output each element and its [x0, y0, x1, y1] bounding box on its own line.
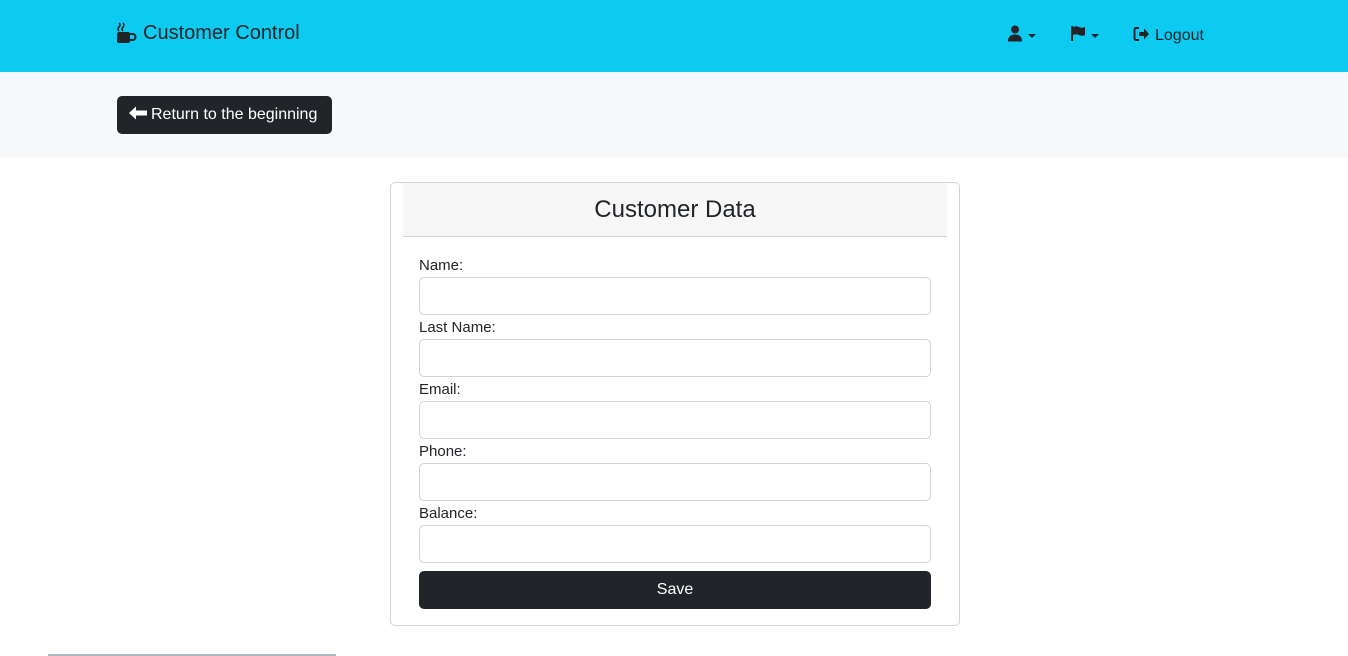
- logout-link[interactable]: Logout: [1133, 24, 1204, 48]
- brand-label: Customer Control: [143, 21, 300, 44]
- flag-icon: [1070, 25, 1086, 47]
- chevron-down-icon: [1091, 34, 1099, 38]
- card-title: Customer Data: [594, 195, 756, 223]
- user-menu-dropdown[interactable]: [1007, 24, 1036, 48]
- phone-field[interactable]: [419, 463, 931, 501]
- name-label: Name:: [419, 257, 464, 274]
- balance-field[interactable]: [419, 525, 931, 563]
- email-label: Email:: [419, 381, 461, 398]
- sign-out-icon: [1133, 26, 1150, 47]
- logout-label: Logout: [1155, 27, 1204, 44]
- return-to-beginning-button[interactable]: Return to the beginning: [117, 96, 332, 134]
- balance-label: Balance:: [419, 505, 478, 522]
- mug-hot-icon: [116, 22, 137, 44]
- last-name-label: Last Name:: [419, 319, 496, 336]
- return-button-label: Return to the beginning: [151, 106, 318, 123]
- top-navbar: Customer Control Logout: [0, 0, 1348, 72]
- customer-data-card: Customer Data Name: Last Name: Email: Ph…: [390, 182, 960, 626]
- email-field[interactable]: [419, 401, 931, 439]
- user-icon: [1007, 25, 1023, 47]
- name-field[interactable]: [419, 277, 931, 315]
- language-menu-dropdown[interactable]: [1070, 24, 1099, 48]
- save-button[interactable]: Save: [419, 571, 931, 609]
- chevron-down-icon: [1028, 34, 1036, 38]
- card-header: Customer Data: [403, 183, 947, 237]
- brand-link[interactable]: Customer Control: [116, 19, 300, 47]
- phone-label: Phone:: [419, 443, 467, 460]
- arrow-left-icon: [129, 106, 147, 125]
- last-name-field[interactable]: [419, 339, 931, 377]
